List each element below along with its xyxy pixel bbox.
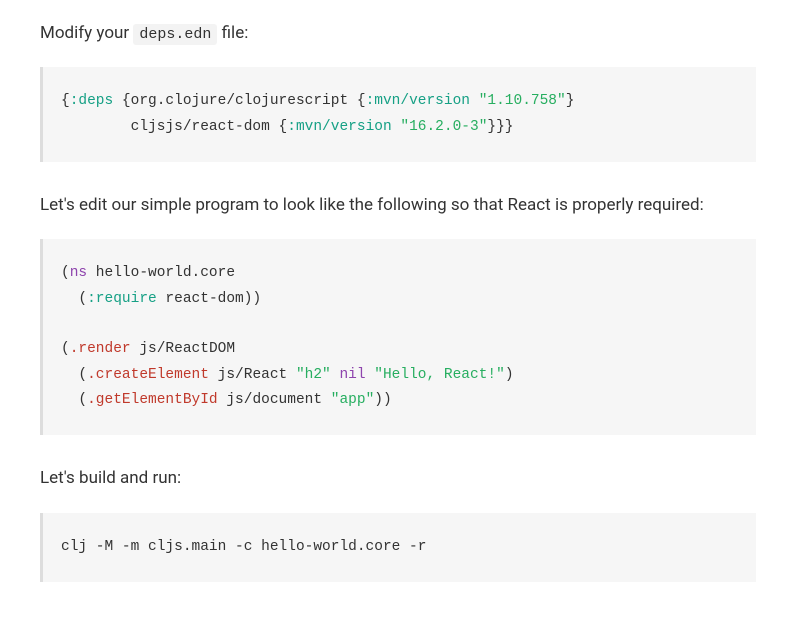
- code-token: hello-world.core: [87, 265, 235, 281]
- code-token: "app": [331, 392, 375, 408]
- paragraph-build-run: Let's build and run:: [40, 465, 756, 492]
- code-token: "h2": [296, 367, 331, 383]
- code-token: cljsjs/react-dom {: [61, 119, 287, 135]
- code-token: (: [61, 341, 70, 357]
- code-token: react-dom)): [157, 291, 261, 307]
- code-block-build-command[interactable]: clj -M -m cljs.main -c hello-world.core …: [40, 513, 756, 582]
- code-token: .getElementById: [87, 392, 218, 408]
- inline-code-deps-edn: deps.edn: [133, 24, 217, 45]
- code-token: .createElement: [87, 367, 209, 383]
- paragraph-modify-deps: Modify your deps.edn file:: [40, 20, 756, 47]
- code-token: "1.10.758": [479, 93, 566, 109]
- code-token: (: [61, 392, 87, 408]
- code-token: nil: [339, 367, 365, 383]
- code-block-deps-edn[interactable]: {:deps {org.clojure/clojurescript {:mvn/…: [40, 67, 756, 162]
- code-token: {org.clojure/clojurescript {: [113, 93, 365, 109]
- code-token: :require: [87, 291, 157, 307]
- code-token: js/ReactDOM: [131, 341, 235, 357]
- paragraph-edit-program: Let's edit our simple program to look li…: [40, 192, 756, 219]
- code-token: js/React: [209, 367, 296, 383]
- code-token: (: [61, 265, 70, 281]
- code-token: :mvn/version: [366, 93, 470, 109]
- code-token: }: [566, 93, 575, 109]
- code-token: ): [505, 367, 514, 383]
- code-token: "Hello, React!": [374, 367, 505, 383]
- code-token: {: [61, 93, 70, 109]
- text: Modify your: [40, 23, 133, 43]
- code-token: :deps: [70, 93, 114, 109]
- code-token: "16.2.0-3": [400, 119, 487, 135]
- code-token: .render: [70, 341, 131, 357]
- code-token: ns: [70, 265, 87, 281]
- text: file:: [217, 23, 248, 43]
- code-token: js/document: [218, 392, 331, 408]
- code-token: [366, 367, 375, 383]
- code-token: [470, 93, 479, 109]
- code-token: }}}: [487, 119, 513, 135]
- code-token: clj -M -m cljs.main -c hello-world.core …: [61, 539, 426, 555]
- code-block-cljs-source[interactable]: (ns hello-world.core (:require react-dom…: [40, 239, 756, 435]
- code-token: )): [374, 392, 391, 408]
- code-token: (: [61, 291, 87, 307]
- code-token: (: [61, 367, 87, 383]
- code-token: :mvn/version: [287, 119, 391, 135]
